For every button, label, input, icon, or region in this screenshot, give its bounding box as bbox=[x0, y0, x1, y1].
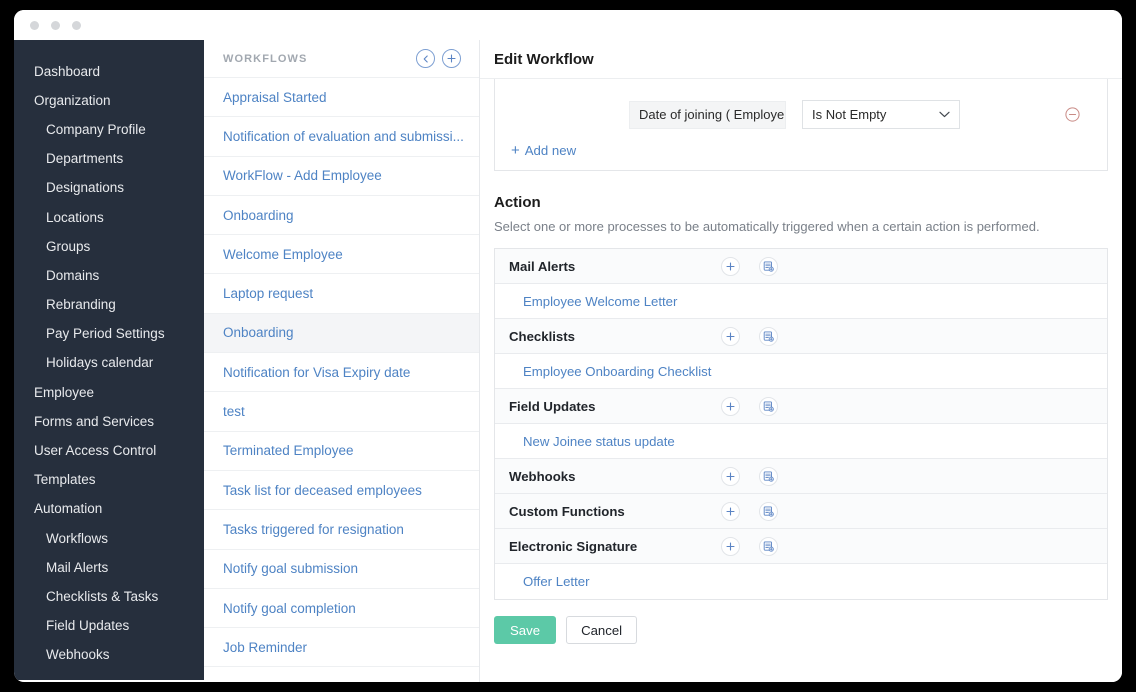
sidebar-item-workflows[interactable]: Workflows bbox=[14, 524, 204, 553]
action-group-header: Custom Functions bbox=[495, 494, 1107, 529]
workflow-list-item[interactable]: Terminated Employee bbox=[204, 432, 479, 471]
page-title: Edit Workflow bbox=[494, 50, 594, 68]
action-section-description: Select one or more processes to be autom… bbox=[494, 219, 1040, 234]
workflow-list-item[interactable]: Job Reminder bbox=[204, 628, 479, 668]
workflow-list-item[interactable]: Laptop request bbox=[204, 274, 479, 314]
sidebar-item-dashboard[interactable]: Dashboard bbox=[14, 57, 204, 86]
action-group-name: Mail Alerts bbox=[509, 258, 576, 274]
sidebar-item-organization[interactable]: Organization bbox=[14, 86, 204, 115]
workflow-list-item[interactable]: Notify goal submission bbox=[204, 550, 479, 589]
workflows-panel-title: WORKFLOWS bbox=[223, 52, 308, 65]
edit-workflow-scroll-area: Date of joining ( Employe Is Not Empty +… bbox=[480, 79, 1122, 682]
workflow-list-item[interactable]: Notify goal completion bbox=[204, 589, 479, 629]
save-button[interactable]: Save bbox=[494, 616, 557, 644]
sidebar-item-designations[interactable]: Designations bbox=[14, 174, 204, 203]
plus-icon[interactable] bbox=[721, 536, 740, 556]
workflow-list-item[interactable]: Notification for Visa Expiry date bbox=[204, 353, 479, 393]
action-group-header: Checklists bbox=[495, 319, 1107, 354]
add-new-label: Add new bbox=[524, 143, 577, 158]
sidebar-item-checklists-tasks[interactable]: Checklists & Tasks bbox=[14, 582, 204, 611]
action-group-header: Webhooks bbox=[495, 459, 1107, 494]
action-section-title: Action bbox=[494, 194, 541, 211]
main-sidebar: Dashboard Organization Company Profile Depa… bbox=[14, 40, 204, 680]
chevron-left-icon[interactable] bbox=[416, 49, 435, 68]
add-new-condition-button[interactable]: + Add new bbox=[511, 143, 576, 158]
action-group-name: Checklists bbox=[509, 328, 575, 344]
sidebar-item-mail-alerts[interactable]: Mail Alerts bbox=[14, 553, 204, 582]
action-item-row[interactable]: Employee Onboarding Checklist bbox=[495, 354, 1107, 389]
condition-operator-value: Is Not Empty bbox=[812, 107, 887, 122]
maximize-dot[interactable] bbox=[72, 20, 81, 30]
sidebar-item-field-updates[interactable]: Field Updates bbox=[14, 612, 204, 641]
document-add-icon[interactable] bbox=[759, 396, 778, 416]
chevron-down-icon bbox=[939, 111, 950, 118]
app-window: Dashboard Organization Company Profile Depa… bbox=[14, 10, 1122, 682]
action-item-row[interactable]: Offer Letter bbox=[495, 564, 1107, 599]
workflow-list-item[interactable]: WorkFlow - Add Employee bbox=[204, 157, 479, 196]
window-titlebar bbox=[14, 10, 1122, 40]
close-dot[interactable] bbox=[30, 20, 39, 30]
plus-icon[interactable] bbox=[721, 466, 740, 486]
document-add-icon[interactable] bbox=[759, 501, 778, 521]
sidebar-item-pay-period-settings[interactable]: Pay Period Settings bbox=[14, 320, 204, 349]
action-group-header: Mail Alerts bbox=[495, 249, 1107, 284]
sidebar-item-forms-and-services[interactable]: Forms and Services bbox=[14, 407, 204, 436]
sidebar-item-templates[interactable]: Templates bbox=[14, 466, 204, 495]
app-body: Dashboard Organization Company Profile Depa… bbox=[14, 40, 1122, 682]
action-group-header: Field Updates bbox=[495, 389, 1107, 424]
workflows-list: Appraisal Started Notification of evaluat… bbox=[204, 78, 479, 668]
document-add-icon[interactable] bbox=[759, 466, 778, 486]
circle-minus-icon[interactable] bbox=[1065, 107, 1080, 122]
sidebar-item-departments[interactable]: Departments bbox=[14, 145, 204, 174]
workflow-list-item[interactable]: test bbox=[204, 392, 479, 432]
workflow-list-item[interactable]: Task list for deceased employees bbox=[204, 471, 479, 511]
sidebar-item-automation[interactable]: Automation bbox=[14, 495, 204, 524]
plus-icon: + bbox=[511, 142, 520, 159]
document-add-icon[interactable] bbox=[759, 326, 778, 346]
sidebar-item-groups[interactable]: Groups bbox=[14, 232, 204, 261]
workflow-list-item[interactable]: Onboarding bbox=[204, 313, 479, 354]
document-add-icon[interactable] bbox=[759, 256, 778, 276]
workflow-list-item[interactable]: Welcome Employee bbox=[204, 235, 479, 275]
workflows-panel-header: WORKFLOWS bbox=[204, 40, 479, 78]
sidebar-item-employee[interactable]: Employee bbox=[14, 378, 204, 407]
action-group-name: Electronic Signature bbox=[509, 538, 638, 554]
form-buttons: Save Cancel bbox=[494, 616, 1108, 644]
document-add-icon[interactable] bbox=[759, 536, 778, 556]
edit-workflow-panel: Edit Workflow Date of joining ( Employe … bbox=[480, 40, 1122, 682]
action-item-row[interactable]: Employee Welcome Letter bbox=[495, 284, 1107, 319]
sidebar-item-domains[interactable]: Domains bbox=[14, 261, 204, 290]
plus-icon[interactable] bbox=[442, 49, 461, 68]
condition-operator-select[interactable]: Is Not Empty bbox=[802, 100, 960, 129]
plus-icon[interactable] bbox=[721, 501, 740, 521]
action-group-header: Electronic Signature bbox=[495, 529, 1107, 564]
condition-row: Date of joining ( Employe Is Not Empty bbox=[511, 79, 1107, 129]
action-group-name: Field Updates bbox=[509, 398, 596, 414]
workflow-list-item[interactable]: Tasks triggered for resignation bbox=[204, 510, 479, 550]
sidebar-item-user-access-control[interactable]: User Access Control bbox=[14, 436, 204, 465]
sidebar-item-rebranding[interactable]: Rebranding bbox=[14, 291, 204, 320]
action-groups-box: Mail Alerts Employee Welcome Letter Checkl… bbox=[494, 248, 1108, 600]
sidebar-item-locations[interactable]: Locations bbox=[14, 203, 204, 232]
sidebar-item-webhooks[interactable]: Webhooks bbox=[14, 641, 204, 670]
action-group-name: Webhooks bbox=[509, 468, 576, 484]
action-group-name: Custom Functions bbox=[509, 503, 625, 519]
plus-icon[interactable] bbox=[721, 326, 740, 346]
plus-icon[interactable] bbox=[721, 256, 740, 276]
cancel-button[interactable]: Cancel bbox=[566, 616, 638, 644]
workflows-list-panel: WORKFLOWS Appraisal Started Notification … bbox=[204, 40, 480, 682]
edit-workflow-header: Edit Workflow bbox=[480, 40, 1122, 79]
action-item-row[interactable]: New Joinee status update bbox=[495, 424, 1107, 459]
workflow-list-item[interactable]: Onboarding bbox=[204, 196, 479, 236]
condition-field-input[interactable]: Date of joining ( Employe bbox=[629, 100, 786, 129]
plus-icon[interactable] bbox=[721, 396, 740, 416]
sidebar-item-company-profile[interactable]: Company Profile bbox=[14, 115, 204, 144]
minimize-dot[interactable] bbox=[51, 20, 60, 30]
workflow-list-item[interactable]: Appraisal Started bbox=[204, 78, 479, 118]
workflow-list-item[interactable]: Notification of evaluation and submissi.… bbox=[204, 117, 479, 157]
sidebar-item-holidays-calendar[interactable]: Holidays calendar bbox=[14, 349, 204, 378]
criteria-box: Date of joining ( Employe Is Not Empty +… bbox=[494, 79, 1108, 171]
